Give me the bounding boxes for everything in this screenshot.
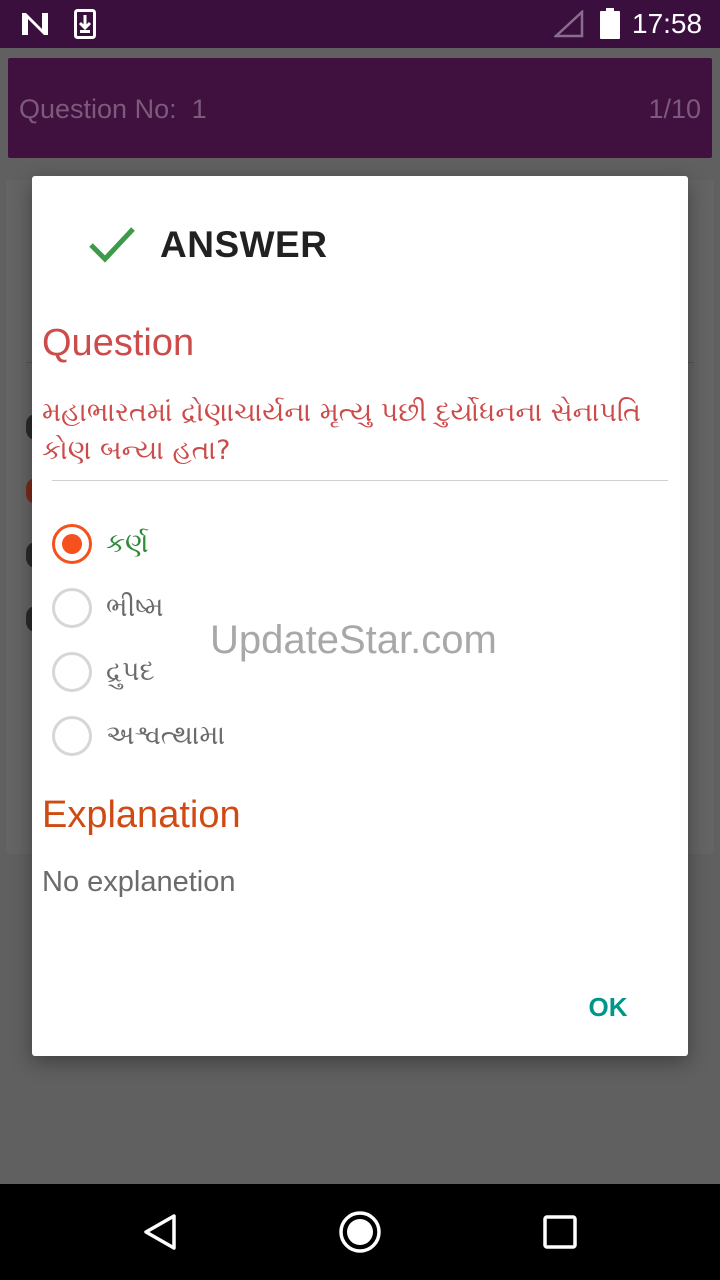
dialog-divider bbox=[52, 480, 668, 481]
status-clock: 17:58 bbox=[632, 8, 703, 39]
download-icon bbox=[74, 9, 96, 39]
option-label: કર્ણ bbox=[106, 528, 149, 559]
option-label: અશ્વત્થામા bbox=[106, 720, 226, 751]
radio-button[interactable] bbox=[52, 652, 92, 692]
recent-apps-icon[interactable] bbox=[542, 1214, 578, 1250]
dialog-title: ANSWER bbox=[160, 224, 328, 265]
status-bar: 17:58 bbox=[0, 0, 720, 48]
question-header: Question No: 1 1/10 bbox=[8, 58, 712, 158]
navigation-bar bbox=[0, 1184, 720, 1280]
explanation-heading: Explanation bbox=[42, 794, 241, 836]
battery-icon bbox=[600, 8, 620, 39]
n-notification-icon bbox=[22, 13, 48, 35]
question-heading: Question bbox=[42, 322, 195, 364]
option-label: ભીષ્મ bbox=[106, 592, 164, 623]
question-number-label: Question No: 1 bbox=[19, 94, 207, 124]
radio-button-checked[interactable] bbox=[52, 524, 92, 564]
check-icon bbox=[89, 227, 135, 263]
question-progress: 1/10 bbox=[648, 94, 701, 124]
radio-button[interactable] bbox=[52, 588, 92, 628]
radio-button[interactable] bbox=[52, 716, 92, 756]
home-icon[interactable] bbox=[338, 1210, 382, 1254]
question-text: મહાભારતમાં દ્રોણાચાર્યના મૃત્યુ પછી દુર્… bbox=[42, 397, 641, 466]
back-icon[interactable] bbox=[140, 1212, 180, 1252]
answer-dialog: ANSWER Question મહાભારતમાં દ્રોણાચાર્યના… bbox=[32, 176, 688, 1056]
option-4[interactable]: અશ્વત્થામા bbox=[52, 714, 452, 758]
option-label: દ્રુપદ bbox=[106, 656, 155, 687]
signal-icon bbox=[554, 10, 584, 38]
option-1[interactable]: કર્ણ bbox=[52, 522, 452, 566]
watermark: UpdateStar.com bbox=[210, 618, 497, 662]
explanation-text: No explanetion bbox=[42, 866, 236, 898]
ok-button[interactable]: OK bbox=[568, 982, 648, 1032]
